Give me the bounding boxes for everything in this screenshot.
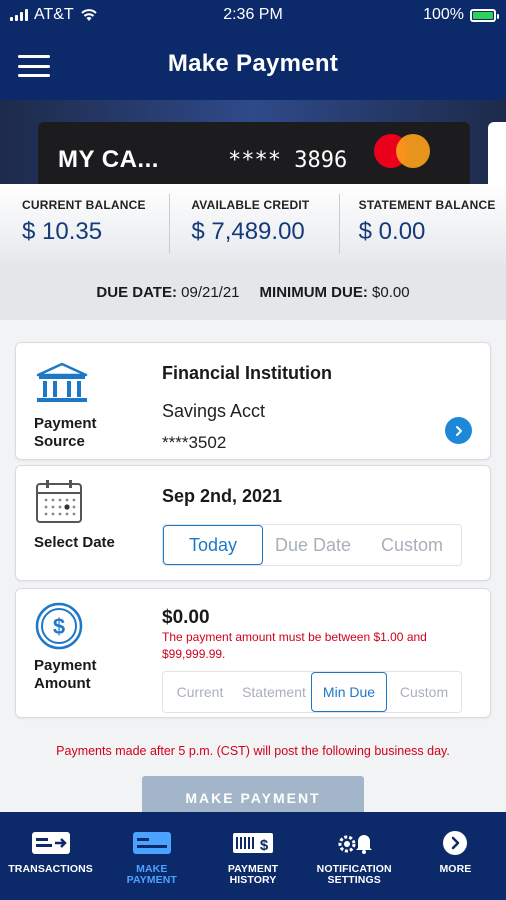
due-date-value: 09/21/21 xyxy=(181,283,240,301)
payment-source-label-line2: Source xyxy=(34,433,85,450)
amount-option-statement[interactable]: Statement xyxy=(237,672,311,712)
available-credit-value: $ 7,489.00 xyxy=(191,218,305,245)
mastercard-logo-icon xyxy=(374,134,430,168)
nav-more-label-line1: MORE xyxy=(439,863,472,875)
institution-name: Financial Institution xyxy=(162,363,332,383)
statement-balance-label: STATEMENT BALANCE xyxy=(358,198,496,212)
battery-percent: 100% xyxy=(423,6,464,23)
due-info-bar: DUE DATE: 09/21/21 MINIMUM DUE: $0.00 xyxy=(0,264,506,320)
account-number: ****3502 xyxy=(162,433,227,452)
more-icon xyxy=(442,830,468,856)
available-credit: AVAILABLE CREDIT $ 7,489.00 xyxy=(169,184,338,264)
bank-icon xyxy=(34,361,90,410)
account-type: Savings Acct xyxy=(162,401,266,421)
card-number: **** 3896 xyxy=(228,148,348,173)
payment-source-label-line1: Payment xyxy=(34,415,97,432)
chevron-right-icon xyxy=(455,425,462,436)
due-date: DUE DATE: 09/21/21 xyxy=(96,284,239,301)
payment-history-icon: $ xyxy=(232,830,274,856)
credit-card[interactable]: MY CA... **** 3896 xyxy=(38,122,470,184)
nav-more-label: MORE xyxy=(439,864,471,875)
make-payment-button[interactable]: MAKE PAYMENT xyxy=(142,776,364,816)
available-credit-label: AVAILABLE CREDIT xyxy=(191,198,310,212)
date-options: Today Due Date Custom xyxy=(162,524,462,566)
wifi-icon xyxy=(81,9,97,21)
battery-icon xyxy=(470,8,499,22)
card-carousel[interactable]: MY CA... **** 3896 xyxy=(0,100,506,184)
date-option-due-date[interactable]: Due Date xyxy=(263,525,363,565)
cutoff-notice: Payments made after 5 p.m. (CST) will po… xyxy=(56,744,450,758)
payment-amount-label-line1: Payment xyxy=(34,657,97,674)
nav-transactions-label-line1: TRANSACTIONS xyxy=(8,863,93,875)
nav-make-payment-label-line2: PAYMENT xyxy=(126,874,177,886)
calendar-icon xyxy=(34,478,84,531)
minimum-due-label: MINIMUM DUE: xyxy=(259,283,368,301)
date-option-custom[interactable]: Custom xyxy=(363,525,461,565)
payment-amount-label-line2: Amount xyxy=(34,675,91,692)
nav-make-payment[interactable]: MAKE PAYMENT xyxy=(101,812,202,900)
nav-notification-settings-label-line2: SETTINGS xyxy=(327,874,381,886)
amount-option-min-due[interactable]: Min Due xyxy=(311,672,387,712)
nav-make-payment-label: MAKE PAYMENT xyxy=(127,864,177,886)
select-date-label: Select Date xyxy=(34,534,115,551)
status-bar: AT&T 2:36 PM 100% xyxy=(10,6,499,24)
due-date-label: DUE DATE: xyxy=(96,283,177,301)
card-name: MY CA... xyxy=(58,146,159,173)
current-balance-value: $ 10.35 xyxy=(22,218,103,245)
nav-more[interactable]: MORE xyxy=(405,812,506,900)
nav-payment-history-label-line2: HISTORY xyxy=(229,874,277,886)
payment-amount-label: Payment Amount xyxy=(34,657,97,693)
select-account-button[interactable] xyxy=(445,417,472,444)
page-title: Make Payment xyxy=(167,50,339,77)
balance-summary: CURRENT BALANCE $ 10.35 AVAILABLE CREDIT… xyxy=(0,184,506,264)
payment-source-panel[interactable]: Payment Source Financial Institution Sav… xyxy=(15,342,491,460)
current-balance: CURRENT BALANCE $ 10.35 xyxy=(0,184,169,264)
payment-source-label: Payment Source xyxy=(34,415,97,451)
dollar-icon: $ xyxy=(34,601,84,656)
amount-option-custom[interactable]: Custom xyxy=(387,672,461,712)
amount-options: Current Statement Min Due Custom xyxy=(162,671,462,713)
nav-transactions-label: TRANSACTIONS xyxy=(8,864,93,875)
nav-transactions[interactable]: TRANSACTIONS xyxy=(0,812,101,900)
select-date-panel: Select Date Sep 2nd, 2021 Today Due Date… xyxy=(15,465,491,581)
date-option-today[interactable]: Today xyxy=(163,525,263,565)
nav-notification-settings-label: NOTIFICATION SETTINGS xyxy=(317,864,392,886)
signal-icon xyxy=(10,9,28,21)
carrier-label: AT&T xyxy=(34,6,74,23)
notification-settings-icon xyxy=(334,830,374,856)
svg-text:$: $ xyxy=(53,614,65,639)
current-balance-label: CURRENT BALANCE xyxy=(22,198,146,212)
amount-option-current[interactable]: Current xyxy=(163,672,237,712)
statement-balance-value: $ 0.00 xyxy=(358,218,426,245)
bottom-nav: TRANSACTIONS MAKE PAYMENT $ PAYMENT HIST… xyxy=(0,812,506,900)
nav-payment-history[interactable]: $ PAYMENT HISTORY xyxy=(202,812,303,900)
payment-amount-panel: $ Payment Amount $0.00 The payment amoun… xyxy=(15,588,491,718)
amount-error-message: The payment amount must be between $1.00… xyxy=(162,630,427,661)
transactions-icon xyxy=(31,830,71,856)
next-card-peek[interactable] xyxy=(488,122,506,184)
nav-notification-settings[interactable]: NOTIFICATION SETTINGS xyxy=(304,812,405,900)
make-payment-icon xyxy=(132,830,172,856)
svg-text:$: $ xyxy=(260,837,269,854)
selected-date: Sep 2nd, 2021 xyxy=(162,486,283,506)
minimum-due: MINIMUM DUE: $0.00 xyxy=(260,284,410,301)
top-bar: AT&T 2:36 PM 100% Make Payment xyxy=(0,0,506,100)
statement-balance: STATEMENT BALANCE $ 0.00 xyxy=(338,184,506,264)
nav-payment-history-label: PAYMENT HISTORY xyxy=(228,864,278,886)
payment-amount-value[interactable]: $0.00 xyxy=(162,607,210,629)
minimum-due-value: $0.00 xyxy=(372,283,410,301)
